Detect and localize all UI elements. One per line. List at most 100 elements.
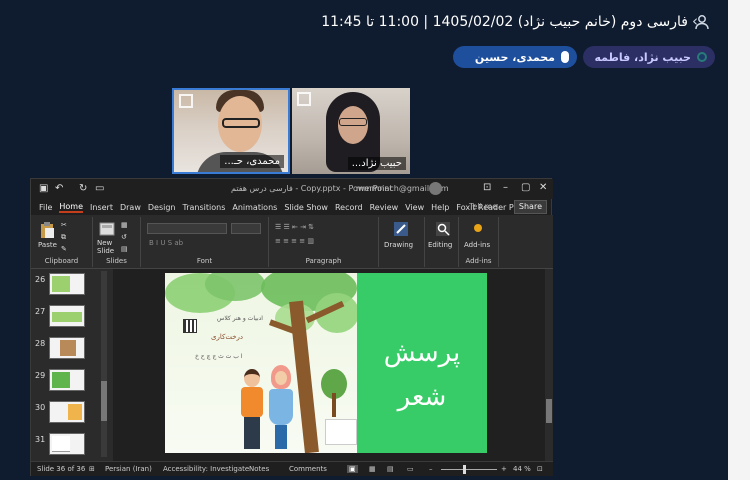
- participant-pill[interactable]: حبیب نژاد، فاطمه: [583, 46, 715, 68]
- slide-editor[interactable]: ادبیات و هنر کلاس درخت‌کاری ا ب ت ث ج چ …: [113, 269, 553, 461]
- add-ins-icon[interactable]: [471, 221, 485, 235]
- tab-view[interactable]: View: [405, 203, 424, 212]
- close-icon[interactable]: ✕: [539, 182, 547, 193]
- qr-code: [183, 319, 197, 333]
- addins-group: Add-ins Add-ins: [459, 217, 499, 267]
- slideshow-icon[interactable]: ▭: [407, 465, 414, 473]
- zoom-slider[interactable]: [441, 469, 497, 470]
- ppt-ribbon: Paste ✂ ⧉ ✎ Clipboard New Slide ▦ ↺ ▤ Sl…: [31, 215, 553, 269]
- language-status[interactable]: Persian (Iran): [105, 465, 152, 473]
- editing-group: Editing: [425, 217, 459, 267]
- format-painter-icon[interactable]: ✎: [61, 245, 67, 253]
- cut-icon[interactable]: ✂: [61, 221, 67, 229]
- shared-screen-powerpoint[interactable]: ▣ ↶ ↻ ▭ فارسی درس هفتم - Copy.pptx - Pow…: [30, 178, 553, 476]
- tab-design[interactable]: Design: [148, 203, 176, 212]
- slide-number: 27: [35, 307, 46, 316]
- class-title: فارسی دوم (خانم حبیب نژاد) 1405/02/02 | …: [321, 14, 688, 30]
- normal-view-icon[interactable]: ▣: [347, 465, 358, 473]
- slides-group: New Slide ▦ ↺ ▤ Slides: [93, 217, 141, 267]
- format-icons[interactable]: B I U S ab: [149, 239, 183, 247]
- present-icon[interactable]: ▭: [95, 183, 104, 194]
- editing-icon[interactable]: [435, 221, 451, 237]
- tell-me-search[interactable]: Tell me: [469, 202, 497, 211]
- group-label: Font: [196, 257, 213, 265]
- slide-thumbnail[interactable]: [49, 369, 85, 391]
- video-name-label: حبیب نژاد...: [347, 157, 406, 170]
- video-tile[interactable]: محمدی، حـ...: [172, 88, 290, 174]
- maximize-icon[interactable]: ▢: [521, 182, 530, 193]
- microphone-icon: [561, 51, 569, 63]
- zoom-level[interactable]: 44 %: [513, 465, 531, 473]
- slide-sorter-icon[interactable]: ▦: [369, 465, 376, 473]
- slide-number: 29: [35, 371, 46, 380]
- image-box: [325, 419, 357, 445]
- slide-heading-line1: پرسش: [383, 338, 461, 368]
- user-icon[interactable]: [694, 14, 710, 34]
- video-tile[interactable]: حبیب نژاد...: [292, 88, 410, 174]
- undo-icon[interactable]: ↶: [55, 183, 63, 194]
- tab-help[interactable]: Help: [431, 203, 449, 212]
- expand-icon[interactable]: [297, 92, 311, 106]
- slide-thumbnail[interactable]: [49, 337, 85, 359]
- minimize-icon[interactable]: –: [503, 182, 508, 193]
- tab-review[interactable]: Review: [370, 203, 399, 212]
- reset-icon[interactable]: ↺: [121, 233, 127, 241]
- paste-button[interactable]: Paste: [38, 241, 57, 249]
- tab-slide-show[interactable]: Slide Show: [284, 203, 328, 212]
- expand-icon[interactable]: [179, 94, 193, 108]
- new-slide-icon[interactable]: [99, 221, 115, 237]
- thumbnails-scrollbar[interactable]: [101, 271, 107, 457]
- tab-home[interactable]: Home: [59, 202, 84, 213]
- right-panel-edge: [728, 0, 750, 480]
- participant-name: محمدی، حسین: [474, 50, 555, 64]
- tab-transitions[interactable]: Transitions: [183, 203, 226, 212]
- top-bar: فارسی دوم (خانم حبیب نژاد) 1405/02/02 | …: [0, 0, 750, 46]
- spellcheck-icon[interactable]: ⊞: [89, 465, 95, 473]
- layout-icon[interactable]: ▦: [121, 221, 128, 229]
- slide-thumbnail[interactable]: [49, 273, 85, 295]
- group-label: Slides: [106, 257, 127, 265]
- font-size-field[interactable]: [231, 223, 261, 234]
- comments-button[interactable]: Comments: [289, 465, 327, 473]
- share-button[interactable]: Share: [513, 200, 547, 214]
- slide-number: 30: [35, 403, 46, 412]
- add-ins-button[interactable]: Add-ins: [464, 241, 490, 249]
- participant-pill-active[interactable]: محمدی، حسین: [453, 46, 577, 68]
- girl-figure: [267, 365, 295, 451]
- align-icon[interactable]: ≡ ≡ ≡ ≡ ▥: [275, 237, 314, 245]
- editor-scrollbar[interactable]: [545, 269, 553, 461]
- paste-icon[interactable]: [39, 221, 55, 239]
- ppt-title-bar: ▣ ↶ ↻ ▭ فارسی درس هفتم - Copy.pptx - Pow…: [31, 179, 553, 199]
- current-slide[interactable]: ادبیات و هنر کلاس درخت‌کاری ا ب ت ث ج چ …: [165, 273, 487, 453]
- fit-slide-icon[interactable]: ⊡: [537, 465, 543, 473]
- tab-animations[interactable]: Animations: [232, 203, 277, 212]
- video-name-label: محمدی، حـ...: [220, 155, 284, 168]
- slide-thumbnail[interactable]: [49, 433, 85, 455]
- reading-view-icon[interactable]: ▤: [387, 465, 394, 473]
- notes-button[interactable]: Notes: [249, 465, 269, 473]
- zoom-out-icon[interactable]: –: [429, 465, 433, 473]
- bullets-icon[interactable]: ☰ ☰ ⇤ ⇥ ⇅: [275, 223, 314, 231]
- boy-figure: [239, 369, 265, 451]
- drawing-icon[interactable]: [393, 221, 409, 237]
- ribbon-display-icon[interactable]: ⊡: [483, 182, 491, 193]
- slide-thumbnail[interactable]: [49, 305, 85, 327]
- editing-button[interactable]: Editing: [428, 241, 452, 249]
- save-icon[interactable]: ▣: [39, 183, 48, 194]
- font-name-field[interactable]: [147, 223, 227, 234]
- zoom-slider-handle[interactable]: [463, 465, 466, 474]
- avatar[interactable]: [429, 182, 442, 195]
- redo-icon[interactable]: ↻: [79, 183, 87, 194]
- tab-insert[interactable]: Insert: [90, 203, 113, 212]
- accessibility-status[interactable]: Accessibility: Investigate: [163, 465, 249, 473]
- tab-file[interactable]: File: [39, 203, 52, 212]
- copy-icon[interactable]: ⧉: [61, 233, 66, 242]
- tab-draw[interactable]: Draw: [120, 203, 141, 212]
- tab-record[interactable]: Record: [335, 203, 363, 212]
- drawing-button[interactable]: Drawing: [384, 241, 413, 249]
- slide-illustration: ادبیات و هنر کلاس درخت‌کاری ا ب ت ث ج چ …: [165, 273, 359, 453]
- slide-number: 26: [35, 275, 46, 284]
- section-icon[interactable]: ▤: [121, 245, 128, 253]
- slide-thumbnail[interactable]: [49, 401, 85, 423]
- zoom-in-icon[interactable]: +: [501, 465, 507, 473]
